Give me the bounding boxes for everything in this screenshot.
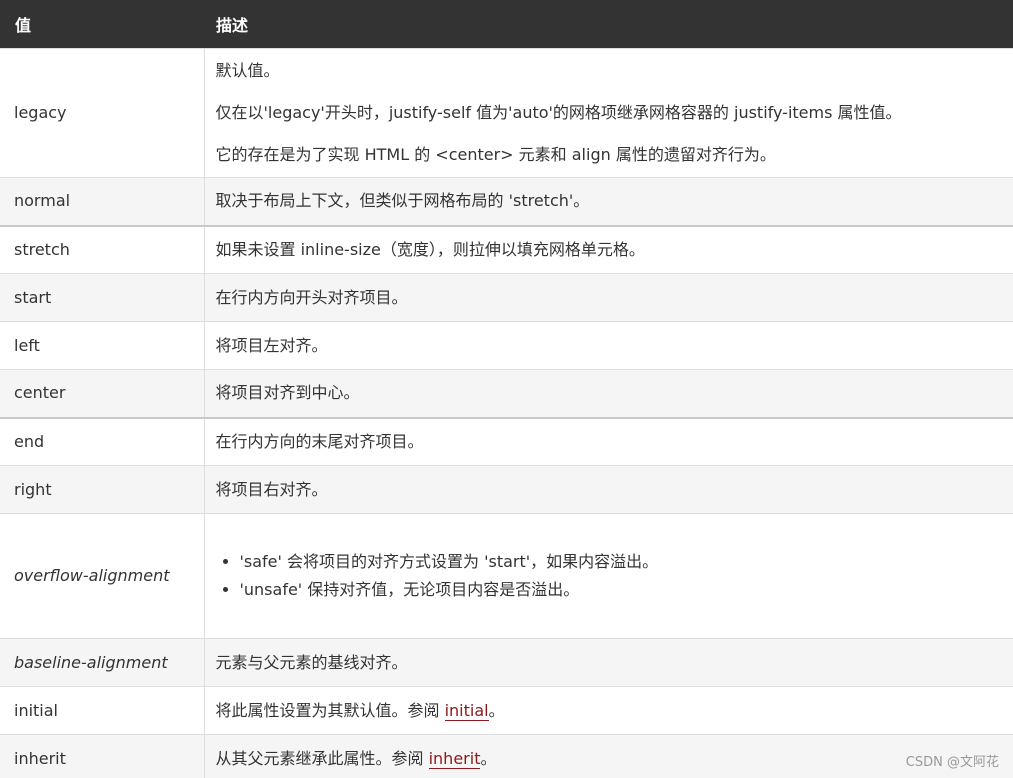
description-text: 。 (488, 700, 505, 720)
description-cell: 取决于布局上下文，但类似于网格布局的 'stretch'。 (203, 177, 1013, 226)
value-cell: overflow-alignment (0, 513, 205, 639)
table-row: left 将项目左对齐。 (0, 321, 1013, 370)
column-header-description: 描述 (204, 0, 1013, 49)
description-cell: 从其父元素继承此属性。参阅 inherit。 (203, 734, 1013, 778)
value-cell: start (0, 273, 205, 322)
value-cell: stretch (0, 224, 205, 274)
property-values-table: 值 描述 legacy 默认值。 仅在以'legacy'开头时，justify-… (0, 0, 1013, 778)
description-cell: 在行内方向开头对齐项目。 (203, 273, 1013, 322)
description-text: 。 (480, 748, 497, 768)
value-cell: left (0, 321, 205, 370)
table-row: inherit 从其父元素继承此属性。参阅 inherit。 (0, 734, 1013, 778)
description-cell: 如果未设置 inline-size（宽度），则拉伸以填充网格单元格。 (203, 224, 1013, 274)
table-row: overflow-alignment 'safe' 会将项目的对齐方式设置为 '… (0, 513, 1013, 639)
bullet-list: 'safe' 会将项目的对齐方式设置为 'start'，如果内容溢出。 'uns… (216, 548, 1003, 604)
description-cell: 在行内方向的末尾对齐项目。 (203, 416, 1013, 466)
value-cell: baseline-alignment (0, 638, 205, 687)
description-cell: 将项目左对齐。 (203, 321, 1013, 370)
list-item: 'unsafe' 保持对齐值，无论项目内容是否溢出。 (240, 576, 1003, 604)
description-cell: 将此属性设置为其默认值。参阅 initial。 (203, 686, 1013, 735)
description-paragraph: 它的存在是为了实现 HTML 的 <center> 元素和 align 属性的遗… (215, 145, 776, 164)
description-text: 将此属性设置为其默认值。参阅 (215, 700, 445, 720)
description-text: 从其父元素继承此属性。参阅 (215, 748, 429, 768)
value-cell: legacy (0, 48, 205, 178)
description-cell: 元素与父元素的基线对齐。 (203, 638, 1013, 687)
watermark: CSDN @文阿花 (905, 755, 999, 770)
value-cell: inherit (0, 734, 205, 778)
table-row: normal 取决于布局上下文，但类似于网格布局的 'stretch'。 (0, 177, 1013, 226)
value-cell: normal (0, 177, 205, 226)
description-cell: 默认值。 仅在以'legacy'开头时，justify-self 值为'auto… (203, 48, 1013, 178)
description-cell: 将项目右对齐。 (203, 465, 1013, 514)
list-item: 'safe' 会将项目的对齐方式设置为 'start'，如果内容溢出。 (240, 548, 1003, 576)
table-row: initial 将此属性设置为其默认值。参阅 initial。 (0, 686, 1013, 735)
table-row: end 在行内方向的末尾对齐项目。 (0, 416, 1013, 466)
inherit-link[interactable]: inherit (428, 748, 481, 769)
description-cell: 将项目对齐到中心。 (203, 369, 1013, 418)
table-row: right 将项目右对齐。 (0, 465, 1013, 514)
initial-link[interactable]: initial (444, 700, 489, 721)
value-cell: center (0, 369, 205, 418)
description-paragraph: 默认值。 (215, 61, 280, 80)
value-cell: right (0, 465, 205, 514)
table-row: legacy 默认值。 仅在以'legacy'开头时，justify-self … (0, 48, 1013, 178)
table-row: stretch 如果未设置 inline-size（宽度），则拉伸以填充网格单元… (0, 224, 1013, 274)
table-row: start 在行内方向开头对齐项目。 (0, 273, 1013, 322)
table-header-row: 值 描述 (0, 0, 1013, 49)
table-row: baseline-alignment 元素与父元素的基线对齐。 (0, 638, 1013, 687)
value-cell: end (0, 416, 205, 466)
page: 值 描述 legacy 默认值。 仅在以'legacy'开头时，justify-… (0, 0, 1013, 778)
column-header-value: 值 (0, 0, 204, 49)
table-row: center 将项目对齐到中心。 (0, 369, 1013, 418)
value-cell: initial (0, 686, 205, 735)
description-cell: 'safe' 会将项目的对齐方式设置为 'start'，如果内容溢出。 'uns… (203, 513, 1013, 639)
description-paragraph: 仅在以'legacy'开头时，justify-self 值为'auto'的网格项… (215, 103, 902, 122)
